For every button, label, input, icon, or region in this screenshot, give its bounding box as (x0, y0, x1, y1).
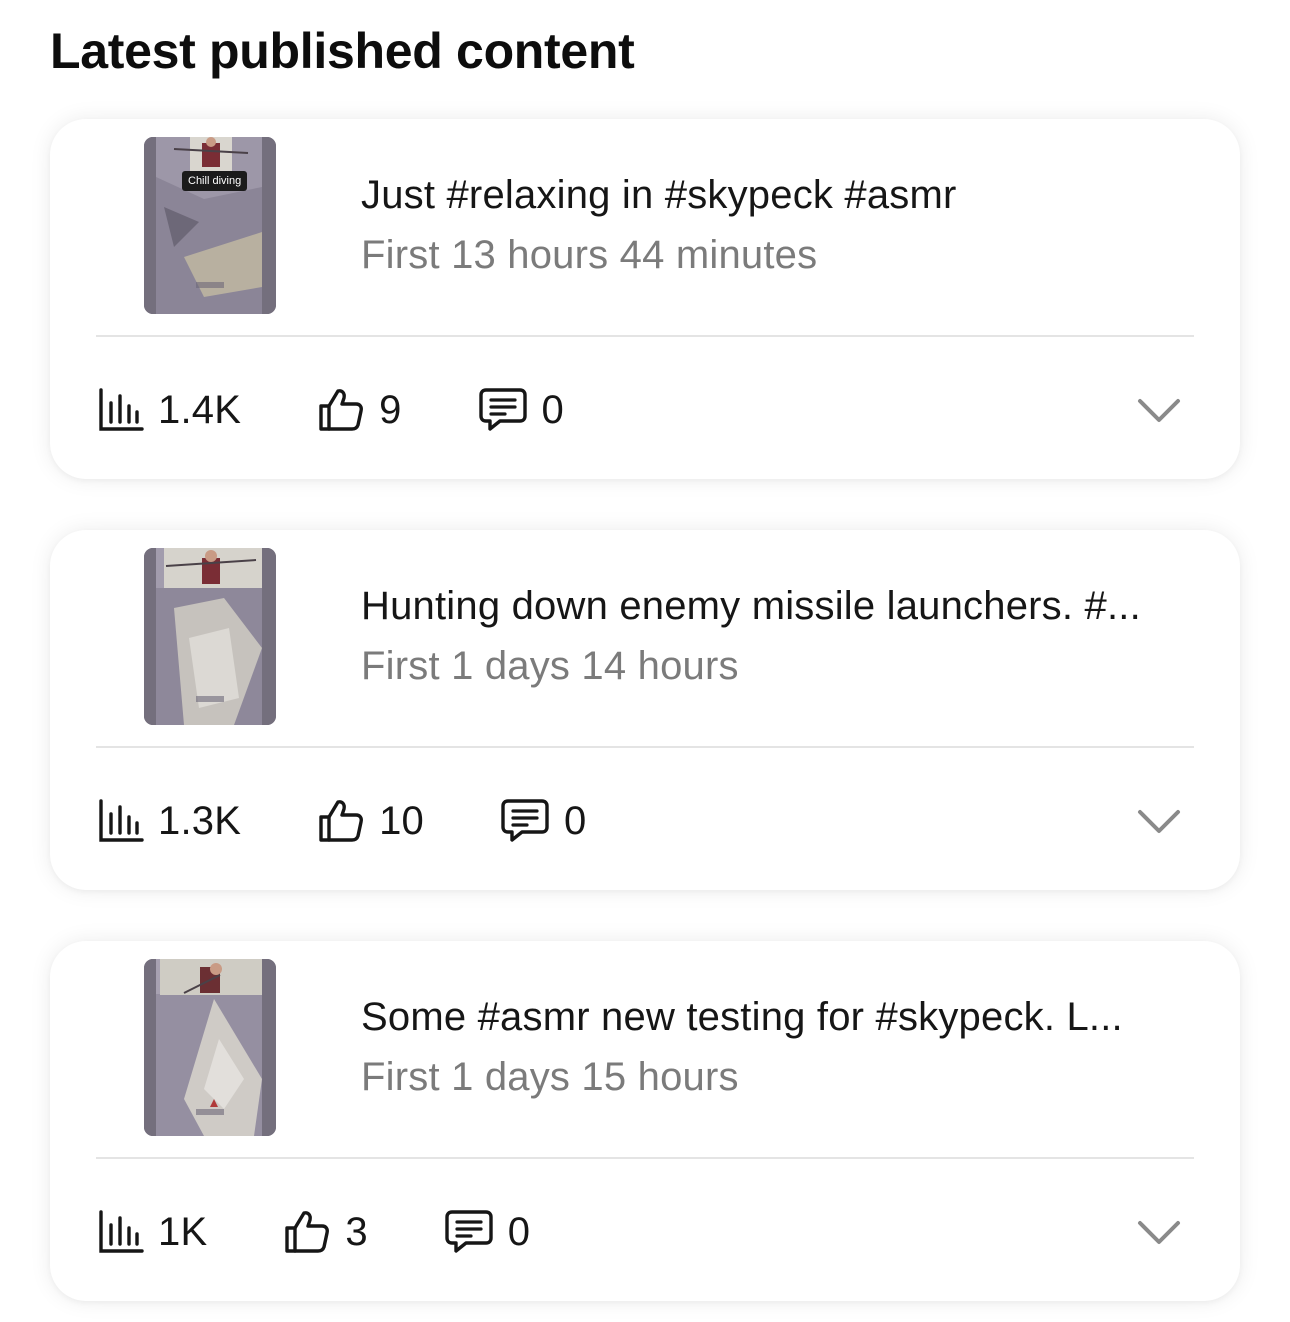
post-stats: 1K 3 0 (98, 1206, 530, 1258)
post-title[interactable]: Just #relaxing in #skypeck #asmr (361, 173, 1201, 218)
video-thumbnail[interactable] (144, 959, 276, 1136)
comments-stat: 0 (478, 387, 564, 433)
video-thumbnail[interactable]: Chill diving (144, 137, 276, 314)
views-count: 1.4K (158, 387, 242, 432)
chevron-down-icon[interactable] (1136, 395, 1182, 425)
post-stats: 1.4K 9 0 (98, 384, 564, 436)
card-divider (96, 1157, 1194, 1159)
post-stats: 1.3K 10 0 (98, 795, 586, 847)
post-age: First 1 days 15 hours (361, 1055, 739, 1099)
comments-count: 0 (507, 1209, 531, 1254)
bar-chart-icon (98, 799, 144, 843)
section-title: Latest published content (50, 23, 635, 79)
comment-icon (478, 387, 528, 433)
likes-stat: 3 (283, 1209, 368, 1255)
comments-stat: 0 (500, 798, 586, 844)
views-count: 1.3K (158, 798, 242, 843)
likes-stat: 9 (317, 387, 401, 433)
video-thumbnail[interactable] (144, 548, 276, 725)
views-stat: 1.3K (98, 799, 241, 844)
post-title[interactable]: Some #asmr new testing for #skypeck. L..… (361, 995, 1201, 1040)
card-divider (96, 746, 1194, 748)
views-stat: 1.4K (98, 388, 241, 433)
thumbnail-caption: Chill diving (182, 171, 248, 191)
content-card[interactable]: Chill diving Just #relaxing in #skypeck … (50, 119, 1240, 479)
bar-chart-icon (98, 388, 144, 432)
comment-icon (500, 798, 550, 844)
post-title[interactable]: Hunting down enemy missile launchers. #.… (361, 584, 1201, 629)
likes-count: 10 (379, 798, 424, 843)
post-age: First 13 hours 44 minutes (361, 233, 818, 277)
views-stat: 1K (98, 1210, 207, 1255)
views-count: 1K (158, 1209, 208, 1254)
thumbs-up-icon (317, 387, 365, 433)
comment-icon (444, 1209, 494, 1255)
post-age: First 1 days 14 hours (361, 644, 739, 688)
likes-stat: 10 (317, 798, 424, 844)
comments-stat: 0 (444, 1209, 530, 1255)
card-divider (96, 335, 1194, 337)
comments-count: 0 (564, 798, 587, 843)
content-card[interactable]: Some #asmr new testing for #skypeck. L..… (50, 941, 1240, 1301)
content-card[interactable]: Hunting down enemy missile launchers. #.… (50, 530, 1240, 890)
thumbs-up-icon (317, 798, 365, 844)
comments-count: 0 (541, 387, 564, 432)
likes-count: 9 (379, 387, 402, 432)
thumbs-up-icon (283, 1209, 331, 1255)
chevron-down-icon[interactable] (1136, 1217, 1182, 1247)
chevron-down-icon[interactable] (1136, 806, 1182, 836)
bar-chart-icon (98, 1210, 144, 1254)
likes-count: 3 (345, 1209, 368, 1254)
